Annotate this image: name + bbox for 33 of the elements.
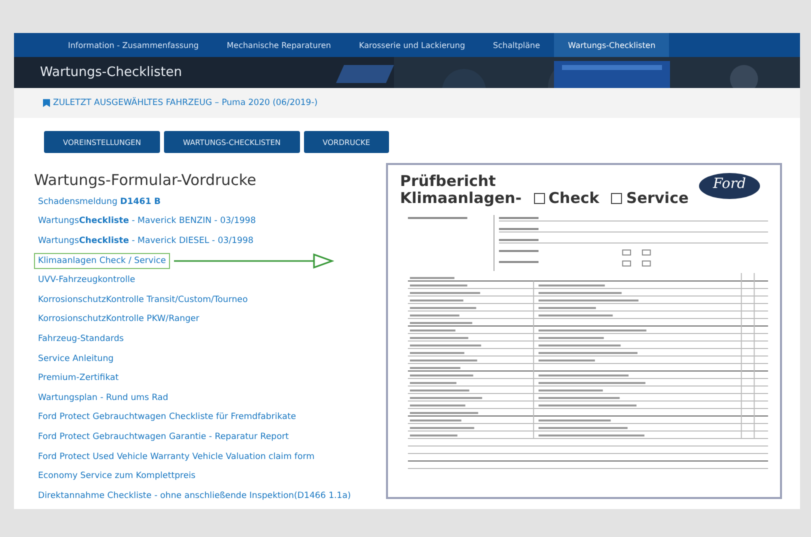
form-link[interactable]: Ford Protect Gebrauchtwagen Garantie - Reparatur Report — [34, 428, 293, 445]
form-title: Klimaanlagen- — [400, 190, 522, 207]
logo: Ford — [698, 173, 760, 199]
section-heading: Wartungs-Formular-Vordrucke — [34, 171, 258, 189]
breadcrumb: ZULETZT AUSGEWÄHLTES FAHRZEUG – Puma 2020 (06/2019-) — [53, 98, 318, 108]
form-link[interactable]: KorrosionschutzKontrolle PKW/Ranger — [34, 311, 204, 328]
option-label: Service — [626, 190, 689, 207]
form-link[interactable]: WartungsCheckliste - Maverick DIESEL - 03/1998 — [34, 232, 258, 249]
form-link[interactable]: Ford Protect Used Vehicle Warranty Vehicle Valuation claim form — [34, 448, 318, 465]
option-label: Check — [548, 190, 600, 207]
form-link[interactable]: Wartungsplan - Rund ums Rad — [34, 390, 172, 406]
form-link[interactable]: KorrosionschutzKontrolle Transit/Custom/Tourneo — [34, 292, 252, 308]
form-link[interactable]: Service Anleitung — [34, 350, 118, 367]
nav-tab[interactable]: Information - Zusammenfassung — [54, 33, 213, 57]
checkbox-icon — [534, 193, 545, 204]
form-link[interactable]: UVV-Fahrzeugkontrolle — [34, 272, 140, 288]
nav-tab[interactable]: Karosserie und Lackierung — [344, 33, 480, 57]
form-link[interactable]: Premium-Zertifikat — [34, 370, 123, 386]
checkbox-icon — [611, 193, 622, 204]
form-link[interactable]: Fahrzeug-Standards — [34, 330, 128, 347]
form-link[interactable]: Ford Protect Gebrauchtwagen Checkliste für Fremdfabrikate — [34, 409, 300, 426]
nav-tab[interactable]: Schaltpläne — [479, 33, 554, 57]
page-title: Wartungs-Checklisten — [40, 65, 182, 80]
form-link[interactable]: WartungsCheckliste - Maverick BENZIN - 03/1998 — [34, 213, 260, 230]
form-link[interactable]: Schadensmeldung D1461 B — [34, 194, 165, 210]
form-link[interactable]: Klimaanlagen Check / Service — [34, 252, 170, 269]
form-link[interactable]: Direktannahme Checkliste - ohne anschließende Inspektion(D1466 1.1a) — [34, 488, 355, 504]
form-title: Prüfbericht — [400, 173, 497, 190]
nav-tab[interactable]: Wartungs-Checklisten — [554, 33, 670, 57]
nav-tab[interactable]: Mechanische Reparaturen — [212, 33, 345, 57]
form-link[interactable]: Economy Service zum Komplettpreis — [34, 468, 200, 484]
arrow-icon — [174, 252, 334, 269]
bookmark-icon — [43, 99, 50, 107]
